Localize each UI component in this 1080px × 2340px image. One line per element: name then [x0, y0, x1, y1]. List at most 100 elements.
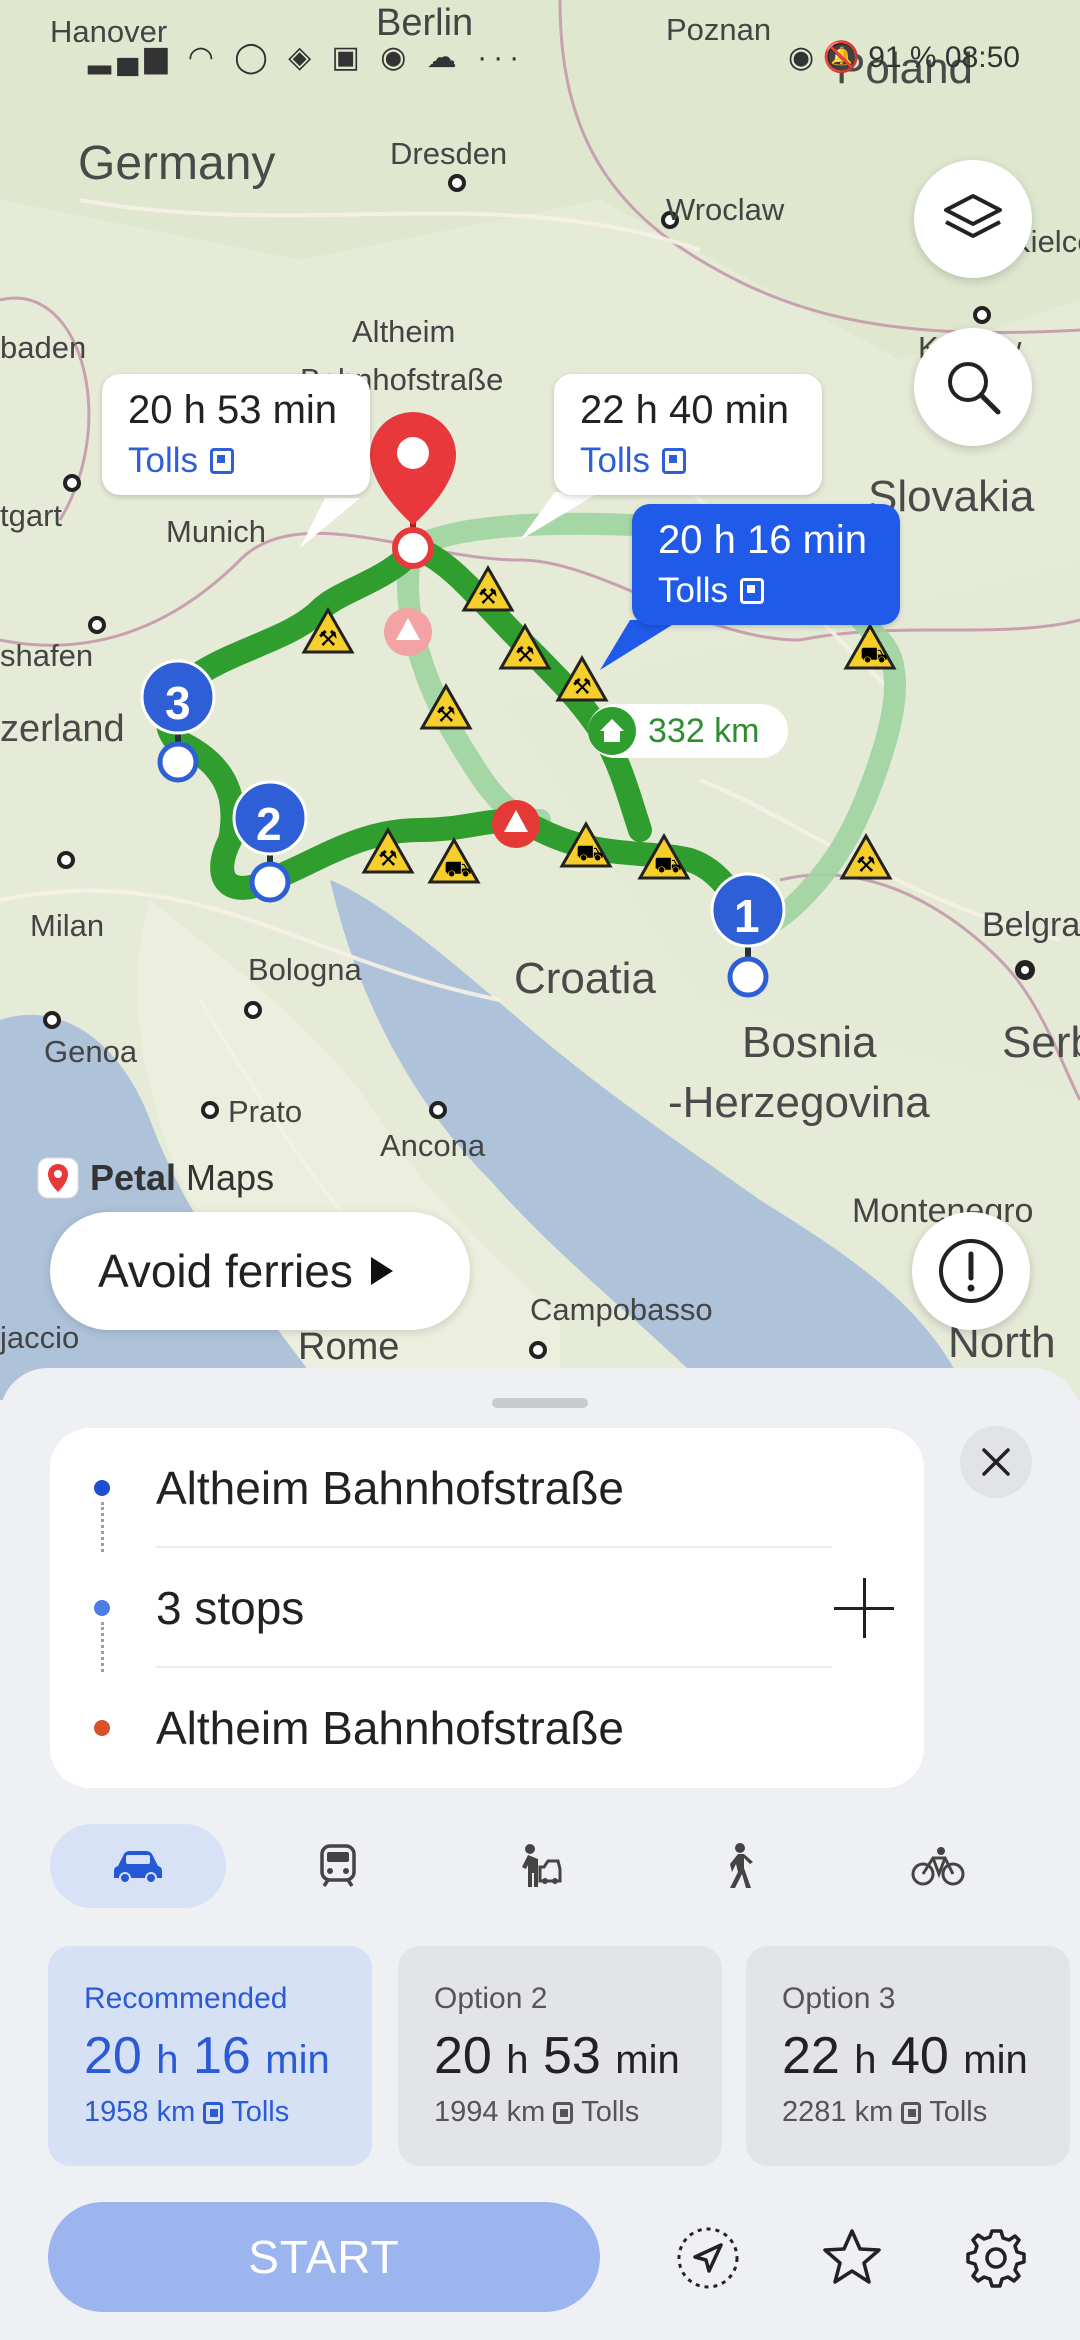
route-option-2[interactable]: Option 2 20 h 53 min 1994 km Tolls — [398, 1946, 722, 2166]
svg-text:⛟: ⛟ — [860, 643, 888, 668]
stop-marker-2-label: 2 — [256, 798, 282, 850]
stop-dot-icon — [94, 1600, 110, 1616]
route-callout-option-2[interactable]: 20 h 53 min Tolls — [102, 374, 370, 495]
mode-bike[interactable] — [850, 1824, 1026, 1908]
dotted-connector — [101, 1622, 104, 1672]
map-label-germany: Germany — [78, 137, 276, 190]
map-label-campobasso: Campobasso — [530, 1292, 713, 1327]
start-dot-icon — [94, 1480, 110, 1496]
battery-level: 91 % — [868, 41, 937, 74]
status-right: ◉ 🔕 91 % 08:50 — [788, 40, 1020, 75]
map-label-bologna: Bologna — [248, 952, 362, 987]
route-start-text: Altheim Bahnhofstraße — [156, 1462, 624, 1514]
svg-text:⚒: ⚒ — [478, 585, 498, 610]
toll-icon — [740, 578, 765, 604]
toll-icon — [553, 2101, 574, 2124]
map-label-schafen: shafen — [0, 638, 94, 673]
route-start-row[interactable]: Altheim Bahnhofstraße — [50, 1428, 924, 1548]
toll-icon — [210, 448, 235, 474]
map-label-ancona: Ancona — [380, 1128, 486, 1163]
option-details: 1958 km Tolls — [84, 2096, 290, 2128]
sheet-grabber[interactable] — [492, 1398, 588, 1408]
star-icon — [823, 2229, 881, 2284]
svg-text:⚒: ⚒ — [572, 675, 592, 700]
bike-icon — [911, 1847, 965, 1886]
stop-marker-3-label: 3 — [165, 677, 191, 729]
map-label-wroclaw: Wroclaw — [666, 192, 785, 227]
gear-icon — [966, 2229, 1026, 2288]
map-label-milan: Milan — [30, 908, 105, 943]
transit-icon — [320, 1844, 356, 1887]
map-label-rome: Rome — [298, 1326, 400, 1368]
stop-marker-1-label: 1 — [734, 890, 760, 942]
map-view[interactable]: ⚒ ⚒ ⚒ ⚒ ⚒ ⚒ ⛟ ⛟ ⛟ ⛟ ⚒ 3 2 1 Hanover Berl… — [0, 0, 1080, 1400]
search-icon — [948, 362, 1001, 415]
toll-icon — [901, 2101, 922, 2124]
favorite-button[interactable] — [812, 2218, 892, 2298]
settings-button[interactable] — [956, 2218, 1036, 2298]
callout-time: 20 h 53 min — [128, 388, 338, 432]
navigation-arrow-icon — [677, 2227, 739, 2289]
toll-icon — [662, 448, 687, 474]
route-stops-row[interactable]: 3 stops — [50, 1548, 924, 1668]
map-label-munich: Munich — [166, 514, 266, 549]
svg-text:⚒: ⚒ — [856, 853, 876, 878]
option-label: Recommended — [84, 1982, 288, 2015]
callout-time: 20 h 16 min — [658, 518, 868, 562]
option-label: Option 2 — [434, 1982, 548, 2015]
mode-transit[interactable] — [250, 1824, 426, 1908]
map-label-switzerland: zerland — [0, 708, 125, 750]
callout-time: 22 h 40 min — [580, 388, 790, 432]
travel-mode-tabs — [50, 1824, 1040, 1908]
route-option-recommended[interactable]: Recommended 20 h 16 min 1958 km Tolls — [48, 1946, 372, 2166]
brand-maps: Maps — [186, 1157, 275, 1198]
avoid-ferries-button[interactable]: Avoid ferries — [50, 1212, 470, 1330]
option-details: 1994 km Tolls — [434, 2096, 640, 2128]
route-option-3[interactable]: Option 3 22 h 40 min 2281 km Tolls — [746, 1946, 1070, 2166]
map-label-belgrade: Belgrad — [982, 906, 1080, 944]
svg-text:⚒: ⚒ — [318, 627, 338, 652]
svg-text:⛟: ⛟ — [654, 853, 682, 878]
mode-ride-hailing[interactable] — [450, 1824, 626, 1908]
close-button[interactable] — [960, 1426, 1032, 1498]
svg-text:⚒: ⚒ — [378, 847, 398, 872]
exclamation-icon — [939, 1239, 1003, 1303]
close-icon — [982, 1448, 1010, 1476]
screen: ⚒ ⚒ ⚒ ⚒ ⚒ ⚒ ⛟ ⛟ ⛟ ⛟ ⚒ 3 2 1 Hanover Berl… — [0, 0, 1080, 2340]
brand-petal: Petal — [90, 1157, 177, 1198]
map-label-dresden: Dresden — [390, 136, 508, 171]
preview-navigation-button[interactable] — [668, 2218, 748, 2298]
route-sheet: Altheim Bahnhofstraße 3 stops Altheim Ba… — [0, 1368, 1080, 2340]
map-label-altheim: Altheim — [352, 314, 456, 349]
mode-walk[interactable] — [650, 1824, 826, 1908]
svg-text:⛟: ⛟ — [444, 857, 472, 882]
option-duration: 20 h 16 min — [84, 2027, 330, 2085]
map-label-stuttgart: tgart — [0, 498, 63, 533]
clock: 08:50 — [944, 41, 1020, 74]
start-button[interactable]: START — [48, 2202, 600, 2312]
play-arrow-icon — [370, 1257, 393, 1285]
toll-icon — [203, 2101, 224, 2124]
mode-car[interactable] — [50, 1824, 226, 1908]
map-label-herzegovina: -Herzegovina — [668, 1078, 930, 1127]
route-callout-option-3[interactable]: 22 h 40 min Tolls — [554, 374, 822, 495]
map-label-baden: baden — [0, 330, 87, 365]
report-button[interactable] — [912, 1212, 1030, 1330]
route-callout-recommended[interactable]: 20 h 16 min Tolls — [632, 504, 900, 625]
status-bar: ▂▄▆ ◠ ◯ ◈ ▣ ◉ ☁ ··· ◉ 🔕 91 % 08:50 — [0, 0, 1080, 80]
option-label: Option 3 — [782, 1982, 896, 2015]
route-end-row[interactable]: Altheim Bahnhofstraße — [50, 1668, 924, 1788]
petal-maps-icon — [37, 1157, 79, 1199]
add-stop-button[interactable] — [834, 1578, 894, 1638]
search-button[interactable] — [914, 328, 1032, 446]
walk-icon — [730, 1843, 753, 1888]
svg-text:⚒: ⚒ — [436, 703, 456, 728]
end-dot-icon — [94, 1720, 110, 1736]
eye-icon: ◉ — [787, 41, 815, 74]
avoid-ferries-label: Avoid ferries — [98, 1245, 353, 1297]
option-duration: 20 h 53 min — [434, 2027, 680, 2085]
layers-button[interactable] — [914, 160, 1032, 278]
option-details: 2281 km Tolls — [782, 2096, 988, 2128]
option-duration: 22 h 40 min — [782, 2027, 1028, 2085]
callout-tolls: Tolls — [580, 441, 651, 480]
